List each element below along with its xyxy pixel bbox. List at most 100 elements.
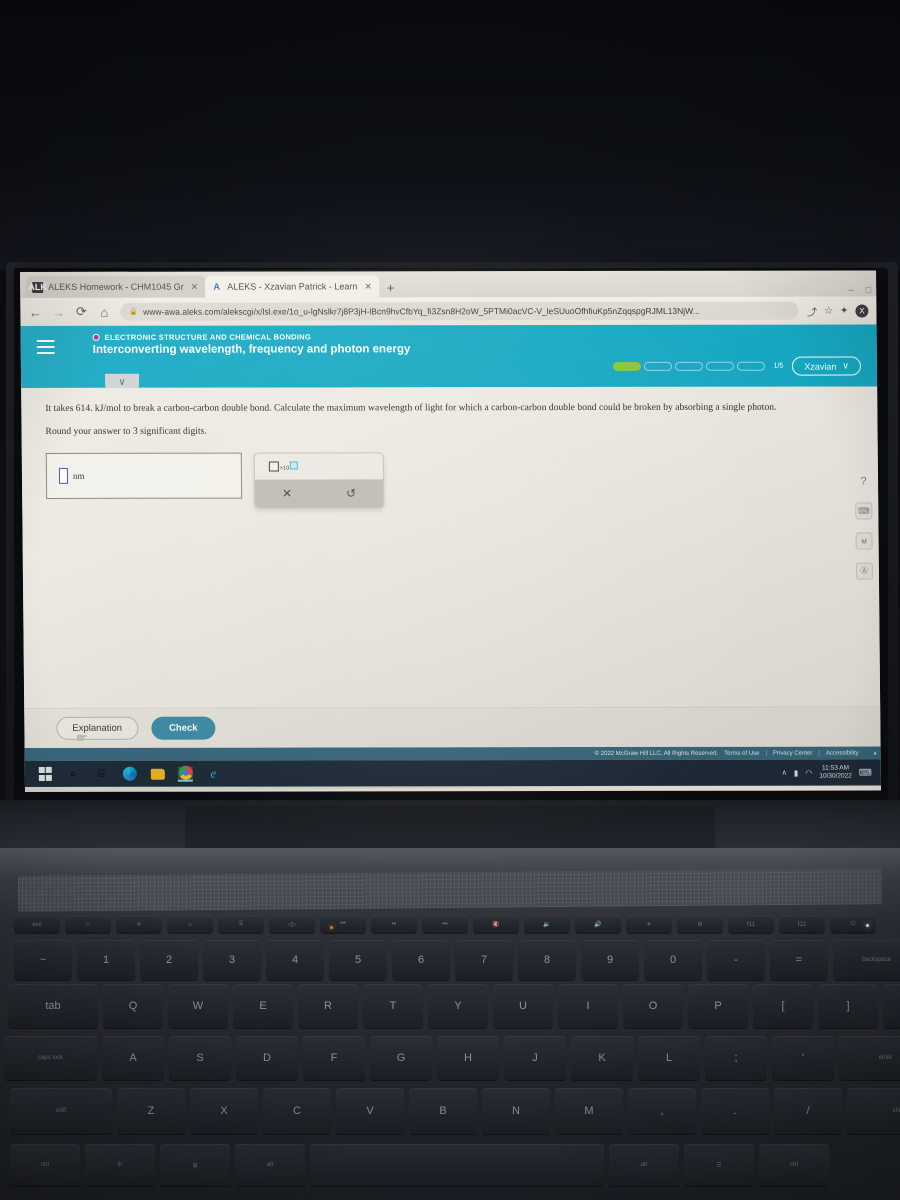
- share-icon[interactable]: ⤴: [807, 303, 817, 318]
- key-caps-lock[interactable]: caps lock: [4, 1036, 97, 1080]
- internet-explorer-icon[interactable]: e: [206, 766, 221, 781]
- key-w[interactable]: W: [168, 984, 228, 1028]
- key-8[interactable]: 8: [518, 940, 576, 980]
- key-a[interactable]: A: [102, 1036, 164, 1080]
- clear-button[interactable]: ✕: [255, 479, 319, 507]
- key-/[interactable]: /: [774, 1088, 842, 1134]
- chrome-icon[interactable]: [177, 765, 193, 782]
- key-2[interactable]: 2: [140, 940, 198, 980]
- battery-icon[interactable]: ▮: [794, 768, 798, 777]
- key-z[interactable]: Z: [117, 1088, 185, 1134]
- scientific-notation-button[interactable]: ×10: [268, 461, 299, 472]
- close-icon[interactable]: ✕: [191, 281, 199, 292]
- key-u[interactable]: U: [493, 984, 553, 1028]
- taskbar-clock[interactable]: 11:53 AM 10/30/2022: [819, 764, 852, 780]
- terms-of-use-link[interactable]: Terms of Use: [724, 750, 759, 756]
- profile-avatar[interactable]: X: [855, 304, 869, 318]
- key-alt[interactable]: alt: [235, 1144, 305, 1186]
- key-backspace[interactable]: backspace: [833, 940, 900, 980]
- key-⚙[interactable]: ⚙: [677, 916, 723, 933]
- key-shift[interactable]: shift: [10, 1088, 112, 1134]
- key-6[interactable]: 6: [392, 940, 450, 980]
- key-⏻[interactable]: ⏻: [830, 916, 876, 933]
- tab-aleks-learn[interactable]: A ALEKS - Xzavian Patrick - Learn ✕: [205, 275, 379, 298]
- undo-button[interactable]: ↺: [319, 479, 383, 507]
- user-menu-button[interactable]: Xzavian ∨: [792, 356, 862, 376]
- key-◁▷[interactable]: ◁▷: [269, 916, 315, 933]
- key-⊞[interactable]: ⊞: [160, 1144, 230, 1186]
- key-tab[interactable]: tab: [8, 984, 98, 1028]
- forward-icon[interactable]: →: [51, 304, 65, 319]
- key-☀[interactable]: ☀: [116, 916, 162, 933]
- file-explorer-icon[interactable]: [150, 766, 165, 781]
- key-y[interactable]: Y: [428, 984, 488, 1028]
- key-⏯[interactable]: ⏯: [371, 916, 417, 933]
- reload-icon[interactable]: ⟳: [74, 304, 88, 320]
- key-⏮[interactable]: ⏮: [320, 916, 366, 933]
- key-⌸[interactable]: ⌸: [218, 916, 264, 933]
- key-f[interactable]: F: [303, 1036, 365, 1080]
- key-l[interactable]: L: [638, 1036, 700, 1080]
- key-t[interactable]: T: [363, 984, 423, 1028]
- key-7[interactable]: 7: [455, 940, 513, 980]
- edge-icon[interactable]: [122, 766, 137, 781]
- windows-start-icon[interactable]: [38, 766, 53, 781]
- key-x[interactable]: X: [190, 1088, 258, 1134]
- key-e[interactable]: E: [233, 984, 293, 1028]
- key-q[interactable]: Q: [103, 984, 163, 1028]
- key-\[interactable]: \: [883, 984, 900, 1028]
- maximize-icon[interactable]: □: [866, 285, 872, 295]
- key-'[interactable]: ': [772, 1036, 834, 1080]
- key-enter[interactable]: enter: [839, 1036, 900, 1080]
- key-🔉[interactable]: 🔉: [524, 916, 570, 933]
- key-,[interactable]: ,: [628, 1088, 696, 1134]
- key-5[interactable]: 5: [329, 940, 387, 980]
- key-d[interactable]: D: [236, 1036, 298, 1080]
- key-3[interactable]: 3: [203, 940, 261, 980]
- key--[interactable]: -: [707, 940, 765, 980]
- key-space[interactable]: [310, 1144, 604, 1186]
- extensions-icon[interactable]: ✦: [840, 305, 848, 316]
- key-4[interactable]: 4: [266, 940, 324, 980]
- check-button[interactable]: Check: [150, 716, 216, 740]
- calculator-icon[interactable]: ⌨: [855, 502, 873, 520]
- key-m[interactable]: M: [555, 1088, 623, 1134]
- task-view-icon[interactable]: ⌸: [94, 766, 109, 781]
- key-9[interactable]: 9: [581, 940, 639, 980]
- scroll-up-icon[interactable]: ▴: [874, 749, 877, 756]
- key-1[interactable]: 1: [77, 940, 135, 980]
- home-icon[interactable]: ⌂: [97, 304, 111, 319]
- minimize-icon[interactable]: –: [849, 285, 854, 295]
- key-🔊[interactable]: 🔊: [575, 916, 621, 933]
- tab-aleks-homework[interactable]: ALK ALEKS Homework - CHM1045 Gr ✕: [26, 275, 206, 298]
- bookmark-star-icon[interactable]: ☆: [824, 305, 833, 316]
- key-j[interactable]: J: [504, 1036, 566, 1080]
- key-h[interactable]: H: [437, 1036, 499, 1080]
- key-s[interactable]: S: [169, 1036, 231, 1080]
- key-[[interactable]: [: [753, 984, 813, 1028]
- keyboard[interactable]: esc □ ☀ ☼ ⌸ ◁▷ ⏮ ⏯ ⏭ 🔇 🔉 🔊 ✈ ⚙ f11 f12 ⏻ ~1 2 3 4 5 6 7 8 9 0- = ba…: [0, 908, 900, 1200]
- key-;[interactable]: ;: [705, 1036, 767, 1080]
- key-fn[interactable]: fn: [85, 1144, 155, 1186]
- key-⏭[interactable]: ⏭: [422, 916, 468, 933]
- key-f12[interactable]: f12: [779, 916, 825, 933]
- wifi-icon[interactable]: ◠: [805, 768, 812, 777]
- key-b[interactable]: B: [409, 1088, 477, 1134]
- accessibility-link[interactable]: Accessibility: [826, 750, 859, 756]
- key-p[interactable]: P: [688, 984, 748, 1028]
- back-icon[interactable]: ←: [28, 304, 42, 319]
- key-o[interactable]: O: [623, 984, 683, 1028]
- search-icon[interactable]: ⌕: [66, 766, 81, 781]
- key-ctrl[interactable]: ctrl: [10, 1144, 80, 1186]
- key-☼[interactable]: ☼: [167, 916, 213, 933]
- tray-chevron-up-icon[interactable]: ∧: [782, 769, 787, 777]
- address-bar[interactable]: 🔒 www-awa.aleks.com/alekscgi/x/lsl.exe/1…: [120, 301, 799, 321]
- close-icon[interactable]: ✕: [364, 281, 372, 292]
- key-=[interactable]: =: [770, 940, 828, 980]
- key-.[interactable]: .: [701, 1088, 769, 1134]
- key-🔇[interactable]: 🔇: [473, 916, 519, 933]
- chart-icon[interactable]: ᴍ: [855, 532, 873, 550]
- key-□[interactable]: □: [65, 916, 111, 933]
- key-n[interactable]: N: [482, 1088, 550, 1134]
- hamburger-menu-icon[interactable]: [36, 339, 55, 358]
